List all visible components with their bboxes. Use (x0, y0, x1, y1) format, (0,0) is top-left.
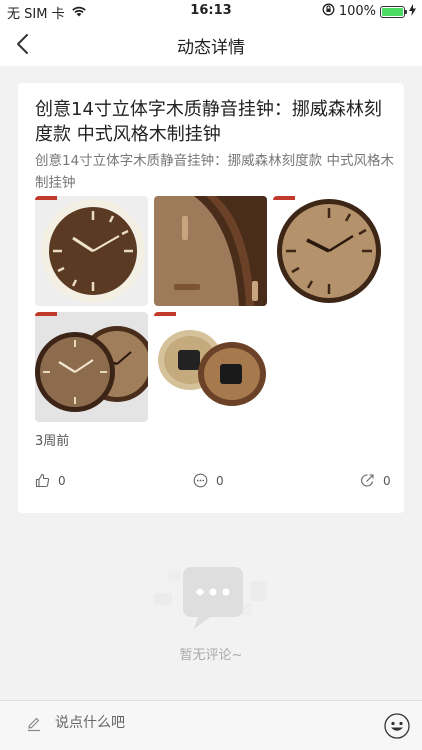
comment-composer (0, 700, 422, 750)
comment-button[interactable]: 0 (193, 473, 224, 488)
empty-comments-text: 暂无评论~ (179, 648, 243, 663)
share-icon (361, 474, 374, 487)
post-description: 创意14寸立体字木质静音挂钟：挪威森林刻度款 中式风格木制挂钟 (35, 153, 394, 191)
post-image-5[interactable] (154, 312, 267, 422)
clock-face-image (273, 196, 386, 306)
post-image-3[interactable] (273, 196, 386, 306)
emoji-button[interactable] (384, 713, 410, 743)
post-image-4[interactable] (35, 312, 148, 422)
empty-comments-icon (150, 563, 274, 637)
post-image-1[interactable] (35, 196, 148, 306)
two-clocks-image (35, 312, 148, 422)
post-time: 3周前 (35, 434, 70, 449)
share-button[interactable]: 0 (360, 473, 391, 488)
status-bar: 无 SIM 卡 16:13 100% (0, 0, 422, 22)
post-image-2[interactable] (154, 196, 267, 306)
comment-count: 0 (216, 473, 224, 488)
pencil-icon (26, 716, 42, 736)
post-title: 创意14寸立体字木质静音挂钟：挪威森林刻度款 中式风格木制挂钟 (35, 99, 382, 145)
clock-side-image (154, 196, 267, 306)
nav-bar: 动态详情 (0, 22, 422, 66)
comment-input[interactable] (55, 715, 355, 731)
orientation-lock-icon (322, 3, 335, 20)
like-button[interactable]: 0 (35, 473, 66, 488)
comment-icon (193, 473, 208, 488)
charging-icon (409, 3, 416, 20)
emoji-icon (384, 713, 410, 739)
battery-icon (380, 5, 407, 18)
comments-empty-state: 暂无评论~ (0, 525, 422, 700)
battery-label: 100% (338, 4, 376, 19)
clock-back-image (154, 312, 267, 422)
page-title: 动态详情 (177, 38, 245, 58)
thumbs-up-icon (35, 473, 50, 488)
share-count: 0 (383, 473, 391, 488)
like-count: 0 (58, 473, 66, 488)
wall-clock-image (35, 196, 148, 306)
post-card: 创意14寸立体字木质静音挂钟：挪威森林刻度款 中式风格木制挂钟 创意14寸立体字… (18, 83, 404, 513)
status-right: 100% (322, 3, 416, 20)
